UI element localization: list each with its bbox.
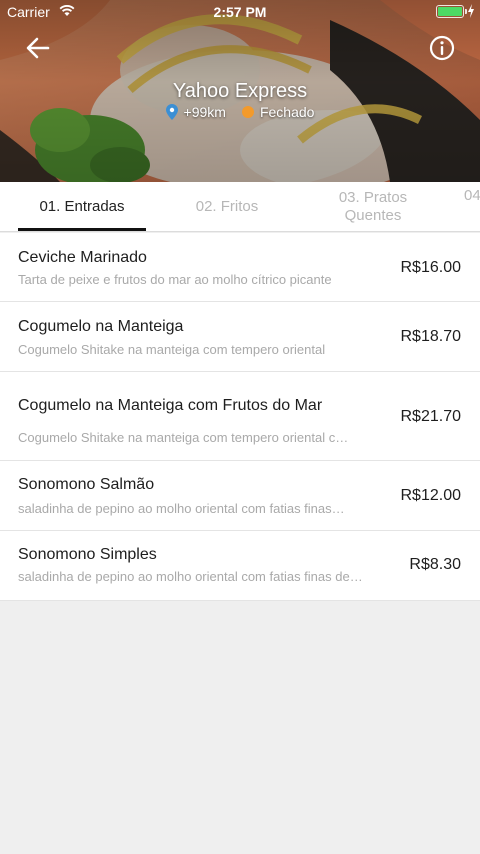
store-meta: +99km Fechado	[0, 104, 480, 120]
item-price: R$21.70	[400, 408, 462, 425]
tab-pratos-quentes[interactable]: 03. Pratos Quentes	[318, 182, 428, 231]
item-name: Cogumelo na Manteiga com Frutos do Mar	[18, 397, 323, 414]
item-description: Tarta de peixe e frutos do mar ao molho …	[18, 272, 332, 287]
item-description: Cogumelo Shitake na manteiga com tempero…	[18, 342, 326, 357]
item-price: R$12.00	[400, 487, 462, 504]
category-tabs: 01. Entradas 02. Fritos 03. Pratos Quent…	[0, 182, 480, 232]
item-name: Sonomono Simples	[18, 546, 157, 563]
charging-bolt-icon	[468, 4, 474, 18]
tab-fritos[interactable]: 02. Fritos	[166, 182, 288, 231]
battery-level	[438, 7, 462, 16]
open-status-label: Fechado	[259, 104, 315, 120]
distance-label: +99km	[183, 104, 226, 120]
menu-item[interactable]: Sonomono Salmão saladinha de pepino ao m…	[0, 461, 480, 531]
arrow-left-icon[interactable]	[24, 34, 52, 62]
battery-icon	[436, 5, 467, 18]
menu-item[interactable]: Cogumelo na Manteiga Cogumelo Shitake na…	[0, 302, 480, 372]
item-description: saladinha de pepino ao molho oriental co…	[18, 569, 363, 584]
item-name: Cogumelo na Manteiga	[18, 318, 184, 335]
info-circle-icon[interactable]	[428, 34, 456, 62]
tab-entradas[interactable]: 01. Entradas	[18, 182, 146, 231]
store-header: Carrier 2:57 PM Yahoo Express +99km Fech…	[0, 0, 480, 182]
item-description: saladinha de pepino ao molho oriental co…	[18, 501, 345, 516]
tab-04[interactable]: 04	[464, 182, 480, 231]
item-price: R$18.70	[400, 328, 462, 345]
item-name: Sonomono Salmão	[18, 476, 155, 493]
location-pin-icon	[165, 104, 178, 120]
menu-item[interactable]: Sonomono Simples saladinha de pepino ao …	[0, 531, 480, 601]
active-tab-indicator	[18, 228, 146, 231]
item-price: R$8.30	[409, 556, 461, 573]
store-name: Yahoo Express	[172, 80, 308, 102]
menu-item[interactable]: Cogumelo na Manteiga com Frutos do Mar C…	[0, 372, 480, 461]
item-name: Ceviche Marinado	[18, 249, 147, 266]
status-dot	[241, 106, 254, 118]
menu-list: Ceviche Marinado Tarta de peixe e frutos…	[0, 233, 480, 601]
item-description: Cogumelo Shitake na manteiga com tempero…	[18, 430, 349, 445]
menu-item[interactable]: Ceviche Marinado Tarta de peixe e frutos…	[0, 233, 480, 302]
clock-label: 2:57 PM	[213, 4, 267, 20]
status-bar: Carrier 2:57 PM	[0, 0, 480, 24]
item-price: R$16.00	[400, 259, 462, 276]
